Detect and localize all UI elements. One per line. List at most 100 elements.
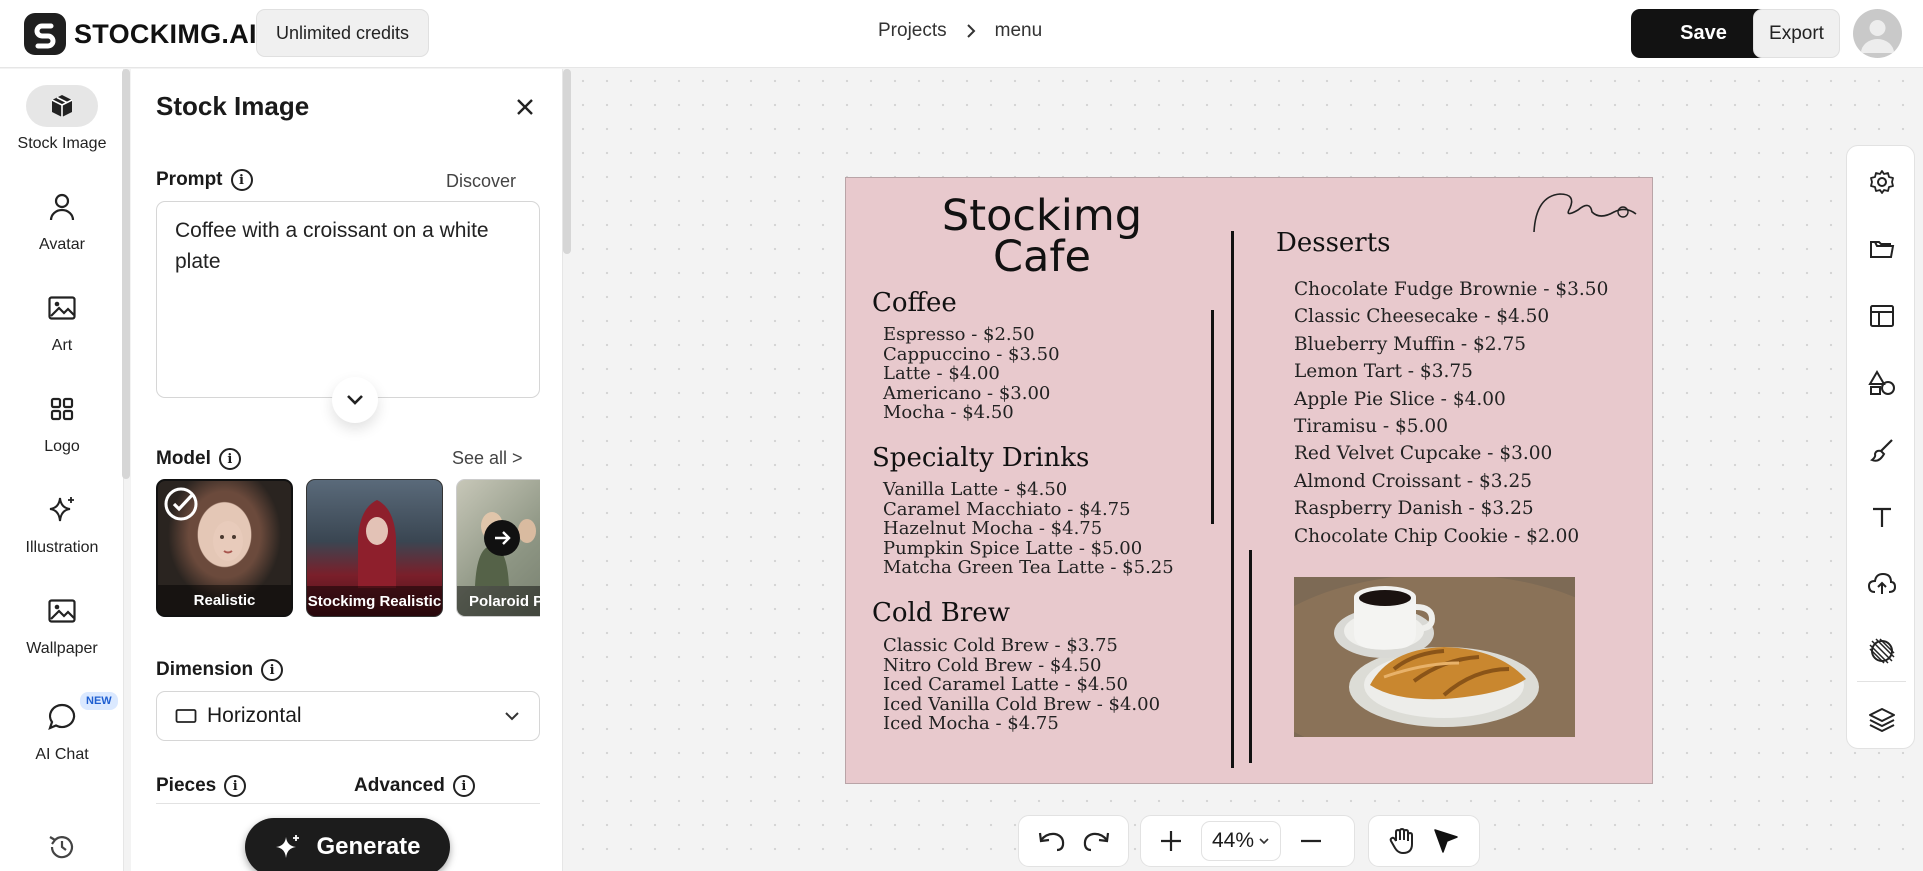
credits-badge[interactable]: Unlimited credits [256,9,430,57]
rail-item-art[interactable]: Art [0,287,124,355]
menu-item: Cappuccino - $3.50 [883,343,1060,365]
brand-name: STOCKIMG.AI [74,18,257,49]
menu-section-list: Vanilla Latte - $4.50 Caramel Macchiato … [883,480,1174,578]
redo-icon[interactable] [1074,819,1118,863]
pointer-arrow-icon[interactable] [1424,819,1468,863]
toolbar-separator [1857,681,1906,682]
breadcrumb-projects[interactable]: Projects [878,20,947,42]
menu-item: Classic Cold Brew - $3.75 [883,635,1118,656]
panel-scrollbar[interactable] [563,69,571,254]
prompt-label: Prompt i [156,169,253,191]
menu-item: Chocolate Chip Cookie - $2.00 [1294,525,1580,547]
info-icon[interactable]: i [230,169,253,191]
model-label: Model i [156,448,241,470]
shapes-icon[interactable] [1847,361,1916,405]
layout-template-icon[interactable] [1847,294,1916,338]
rail-item-ai-chat[interactable]: NEW AI Chat [0,692,124,764]
hand-pan-icon[interactable] [1380,819,1424,863]
model-card-polaroid[interactable]: Polaroid P [456,479,540,617]
brand-logo[interactable]: STOCKIMG.AI [24,13,257,55]
menu-item: Almond Croissant - $3.25 [1294,470,1532,492]
pattern-sphere-icon[interactable] [1847,629,1916,673]
chevron-right-icon [966,24,976,38]
rail-item-label: Wallpaper [26,640,98,657]
arrow-right-icon[interactable] [484,520,520,556]
rail-scrollbar[interactable] [122,69,130,479]
menu-item: Americano - $3.00 [883,382,1051,404]
rail-item-logo[interactable]: Logo [0,388,124,456]
logo-s-icon [24,13,66,55]
new-badge: NEW [80,692,118,710]
menu-item: Apple Pie Slice - $4.00 [1294,388,1506,410]
menu-design[interactable]: Stockimg Cafe Coffee Espresso - $2.50 Ca… [845,177,1653,784]
pieces-label-text: Pieces [156,775,217,796]
zoom-out-icon[interactable] [1289,819,1333,863]
info-icon[interactable]: i [218,448,241,470]
model-caption: Stockimg Realistic [307,586,442,616]
dimension-select[interactable]: Horizontal [156,691,540,741]
zoom-in-icon[interactable] [1149,819,1193,863]
check-circle-icon [163,486,199,522]
divider [156,803,540,804]
menu-item: Latte - $4.00 [883,363,1000,384]
menu-item: Raspberry Danish - $3.25 [1294,498,1534,520]
layers-icon[interactable] [1847,698,1916,742]
brush-icon[interactable] [1847,428,1916,472]
divider-line [1211,310,1214,524]
history-icon[interactable] [47,832,77,867]
generate-button[interactable]: Generate [245,818,450,871]
left-rail: Stock Image Avatar Art Logo Illustration… [0,69,124,871]
pieces-label: Pieces i [156,775,247,797]
model-card-stockimg-realistic[interactable]: Stockimg Realistic [306,479,443,617]
breadcrumb-current[interactable]: menu [995,20,1043,42]
model-card-realistic[interactable]: Realistic [156,479,293,617]
chevron-down-icon [505,712,519,721]
menu-title-line2: Cafe [993,232,1091,282]
coffee-croissant-image [1294,577,1575,737]
info-icon[interactable]: i [224,775,247,797]
see-all-link[interactable]: See all > [452,448,523,469]
zoom-value: 44% [1212,829,1255,852]
zoom-controls: 44% [1140,815,1355,867]
chevron-down-icon[interactable] [332,377,378,423]
info-icon[interactable]: i [452,775,475,797]
panel-title: Stock Image [156,91,310,121]
close-icon[interactable] [511,93,539,121]
prompt-label-text: Prompt [156,169,223,190]
rail-item-illustration[interactable]: Illustration [0,489,124,557]
rail-item-avatar[interactable]: Avatar [0,186,124,254]
cube-icon [26,85,98,127]
folder-icon[interactable] [1847,227,1916,271]
discover-link[interactable]: Discover [446,171,516,192]
undo-icon[interactable] [1030,819,1074,863]
menu-item: Espresso - $2.50 [883,324,1035,345]
flourish-icon [1533,193,1637,233]
text-icon[interactable] [1847,495,1916,539]
divider-line [1231,231,1234,768]
menu-section-heading: Desserts [1276,228,1391,258]
menu-item: Blueberry Muffin - $2.75 [1294,333,1526,355]
menu-item: Pumpkin Spice Latte - $5.00 [883,537,1143,559]
zoom-select[interactable]: 44% [1201,821,1282,861]
image-icon [26,590,98,632]
menu-item: Mocha - $4.50 [883,402,1014,423]
prompt-input[interactable]: Coffee with a croissant on a white plate [156,201,540,398]
menu-section-heading: Coffee [872,288,957,318]
menu-item: Lemon Tart - $3.75 [1294,361,1473,383]
rail-item-label: Avatar [39,236,85,253]
dimension-label-text: Dimension [156,659,254,680]
rail-item-stock-image[interactable]: Stock Image [0,85,124,153]
rail-item-wallpaper[interactable]: Wallpaper [0,590,124,658]
menu-title: Stockimg Cafe [926,195,1158,282]
info-icon[interactable]: i [261,659,284,681]
export-button[interactable]: Export [1753,9,1840,58]
divider-line [1249,550,1252,763]
user-avatar[interactable] [1853,9,1902,58]
rail-item-label: AI Chat [35,746,89,763]
dimension-value: Horizontal [207,704,302,727]
settings-gear-icon[interactable] [1847,160,1916,204]
right-toolbar [1846,145,1915,749]
model-label-text: Model [156,448,211,469]
cloud-upload-icon[interactable] [1847,562,1916,606]
menu-item: Hazelnut Mocha - $4.75 [883,518,1103,539]
